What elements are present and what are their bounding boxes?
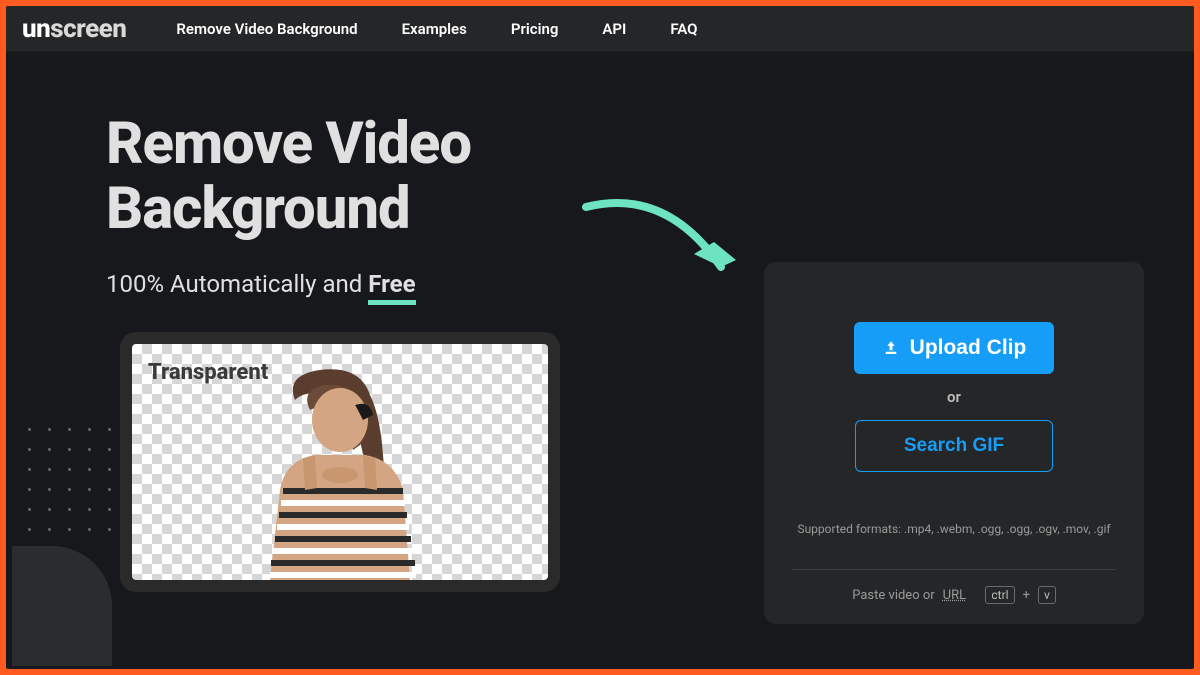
upload-panel: Upload Clip or Search GIF Supported form… xyxy=(764,262,1144,624)
nav-link-remove-bg[interactable]: Remove Video Background xyxy=(176,20,357,38)
kbd-ctrl: ctrl xyxy=(985,586,1014,604)
upload-clip-button[interactable]: Upload Clip xyxy=(854,322,1055,374)
search-gif-button[interactable]: Search GIF xyxy=(855,420,1053,472)
nav-link-pricing[interactable]: Pricing xyxy=(511,20,559,38)
nav-links: Remove Video Background Examples Pricing… xyxy=(176,20,697,38)
subhead-prefix: 100% Automatically and xyxy=(106,270,368,298)
main-content: Remove Video Background 100% Automatical… xyxy=(6,52,1194,669)
preview-monitor: Transparent xyxy=(120,332,560,592)
nav-link-api[interactable]: API xyxy=(602,20,626,38)
upload-button-label: Upload Clip xyxy=(910,336,1027,360)
preview-canvas: Transparent xyxy=(132,344,548,580)
logo-prefix: un xyxy=(22,14,50,44)
paste-prefix: Paste video or xyxy=(852,588,934,603)
supported-formats: Supported formats: .mp4, .webm, .ogg, .o… xyxy=(793,520,1114,539)
nav-link-examples[interactable]: Examples xyxy=(402,20,467,38)
person-illustration xyxy=(225,360,455,580)
kbd-plus: + xyxy=(1023,588,1030,603)
paste-url-link[interactable]: URL xyxy=(943,588,966,603)
upload-section: Upload Clip or Search GIF Supported form… xyxy=(764,262,1144,669)
headline-line1: Remove Video xyxy=(106,110,471,178)
subhead-free: Free xyxy=(368,270,415,305)
headline-line2: Background xyxy=(106,175,410,243)
logo-suffix: screen xyxy=(50,14,126,44)
nav-link-faq[interactable]: FAQ xyxy=(670,20,697,38)
or-divider: or xyxy=(947,388,961,406)
navbar: unscreen Remove Video Background Example… xyxy=(6,6,1194,52)
kbd-v: v xyxy=(1038,586,1056,604)
logo[interactable]: unscreen xyxy=(22,14,126,44)
upload-icon xyxy=(882,339,900,357)
app-container: unscreen Remove Video Background Example… xyxy=(6,6,1194,669)
arrow-icon xyxy=(576,192,756,302)
paste-hint: Paste video or URL ctrl + v xyxy=(792,569,1116,604)
hero-section: Remove Video Background 100% Automatical… xyxy=(106,112,706,669)
page-frame: unscreen Remove Video Background Example… xyxy=(0,0,1200,675)
